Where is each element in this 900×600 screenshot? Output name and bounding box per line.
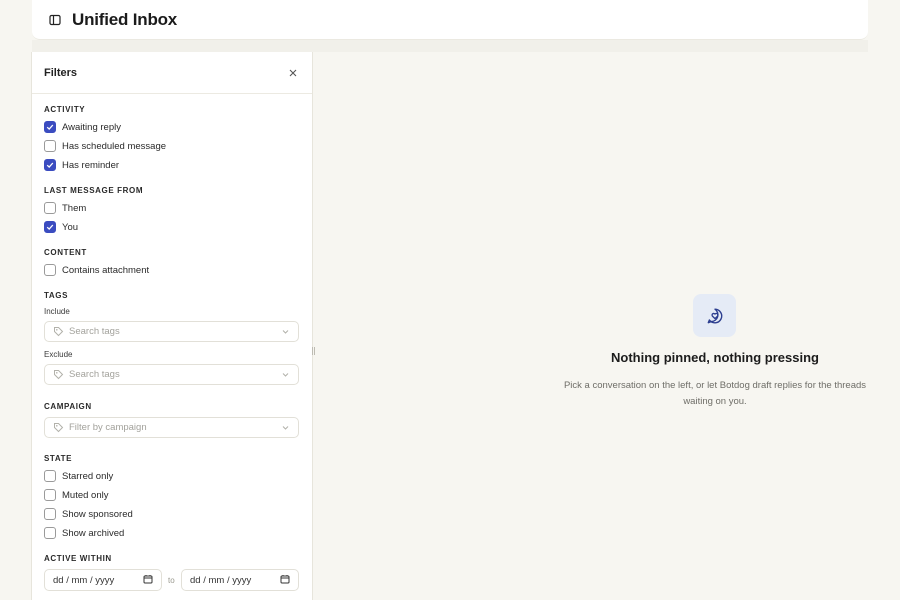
header-divider <box>32 40 868 52</box>
section-title-activity: ACTIVITY <box>44 105 86 114</box>
calendar-icon[interactable] <box>280 571 290 589</box>
checkbox-checked-icon[interactable] <box>44 121 56 133</box>
empty-state-body: Pick a conversation on the left, or let … <box>563 380 867 407</box>
empty-state-title: Nothing pinned, nothing pressing <box>611 350 819 365</box>
campaign-select[interactable]: Filter by campaign <box>44 417 299 438</box>
section-title-state: STATE <box>44 454 73 463</box>
checkbox-show-archived[interactable]: Show archived <box>44 526 124 540</box>
date-to-input[interactable]: dd / mm / yyyy <box>181 569 299 591</box>
checkbox-label: Them <box>62 202 87 214</box>
checkbox-label: Has scheduled message <box>62 140 167 152</box>
checkbox-unchecked-icon[interactable] <box>44 140 56 152</box>
tags-exclude-label: Exclude <box>44 350 73 359</box>
filters-header: Filters <box>32 52 312 94</box>
checkbox-you[interactable]: You <box>44 220 78 234</box>
checkbox-has-reminder[interactable]: Has reminder <box>44 158 119 172</box>
page-title: Unified Inbox <box>72 9 178 29</box>
date-range-separator: to <box>168 576 175 585</box>
checkbox-show-sponsored[interactable]: Show sponsored <box>44 507 133 521</box>
checkbox-them[interactable]: Them <box>44 201 86 215</box>
filters-title: Filters <box>44 66 78 79</box>
checkbox-unchecked-icon[interactable] <box>44 508 56 520</box>
date-from-input[interactable]: dd / mm / yyyy <box>44 569 162 591</box>
checkbox-unchecked-icon[interactable] <box>44 527 56 539</box>
checkbox-label: You <box>62 221 79 233</box>
tags-include-label: Include <box>44 307 70 316</box>
checkbox-muted-only[interactable]: Muted only <box>44 488 108 502</box>
checkbox-checked-icon[interactable] <box>44 221 56 233</box>
date-to-placeholder: dd / mm / yyyy <box>190 574 252 586</box>
checkbox-unchecked-icon[interactable] <box>44 202 56 214</box>
section-title-tags: TAGS <box>44 291 69 300</box>
page-header: Unified Inbox <box>32 0 868 40</box>
checkbox-unchecked-icon[interactable] <box>44 470 56 482</box>
chevron-down-icon <box>281 370 290 379</box>
checkbox-label: Has reminder <box>62 159 120 171</box>
checkbox-starred-only[interactable]: Starred only <box>44 469 113 483</box>
tags-include-select[interactable]: Search tags <box>44 321 299 342</box>
checkbox-awaiting-reply[interactable]: Awaiting reply <box>44 120 121 134</box>
chevron-down-icon <box>281 423 290 432</box>
checkbox-unchecked-icon[interactable] <box>44 264 56 276</box>
sidebar-toggle-icon[interactable] <box>48 13 62 27</box>
section-title-content: CONTENT <box>44 248 87 257</box>
tags-exclude-select[interactable]: Search tags <box>44 364 299 385</box>
tags-exclude-placeholder: Search tags <box>69 369 120 380</box>
checkbox-unchecked-icon[interactable] <box>44 489 56 501</box>
checkbox-label: Show archived <box>62 527 125 539</box>
date-from-placeholder: dd / mm / yyyy <box>53 574 115 586</box>
checkbox-label: Starred only <box>62 470 114 482</box>
checkbox-checked-icon[interactable] <box>44 159 56 171</box>
checkbox-contains-attachment[interactable]: Contains attachment <box>44 263 149 277</box>
section-title-active-within: ACTIVE WITHIN <box>44 554 112 563</box>
tag-icon <box>53 422 64 433</box>
tag-icon <box>53 369 64 380</box>
tags-include-placeholder: Search tags <box>69 326 120 337</box>
checkbox-label: Contains attachment <box>62 264 150 276</box>
checkbox-label: Show sponsored <box>62 508 133 520</box>
checkbox-has-scheduled-message[interactable]: Has scheduled message <box>44 139 166 153</box>
filters-panel: Filters ACTIVITY Awaiting reply Has sche… <box>31 52 313 600</box>
calendar-icon[interactable] <box>143 571 153 589</box>
checkbox-label: Awaiting reply <box>62 121 121 133</box>
close-icon[interactable] <box>286 66 300 80</box>
section-title-campaign: CAMPAIGN <box>44 402 92 411</box>
tag-icon <box>53 326 64 337</box>
checkbox-label: Muted only <box>62 489 109 501</box>
campaign-placeholder: Filter by campaign <box>69 422 147 433</box>
chat-heart-icon <box>693 294 736 337</box>
section-title-last-message-from: LAST MESSAGE FROM <box>44 186 144 195</box>
chevron-down-icon <box>281 327 290 336</box>
panel-resize-handle[interactable] <box>312 347 315 355</box>
